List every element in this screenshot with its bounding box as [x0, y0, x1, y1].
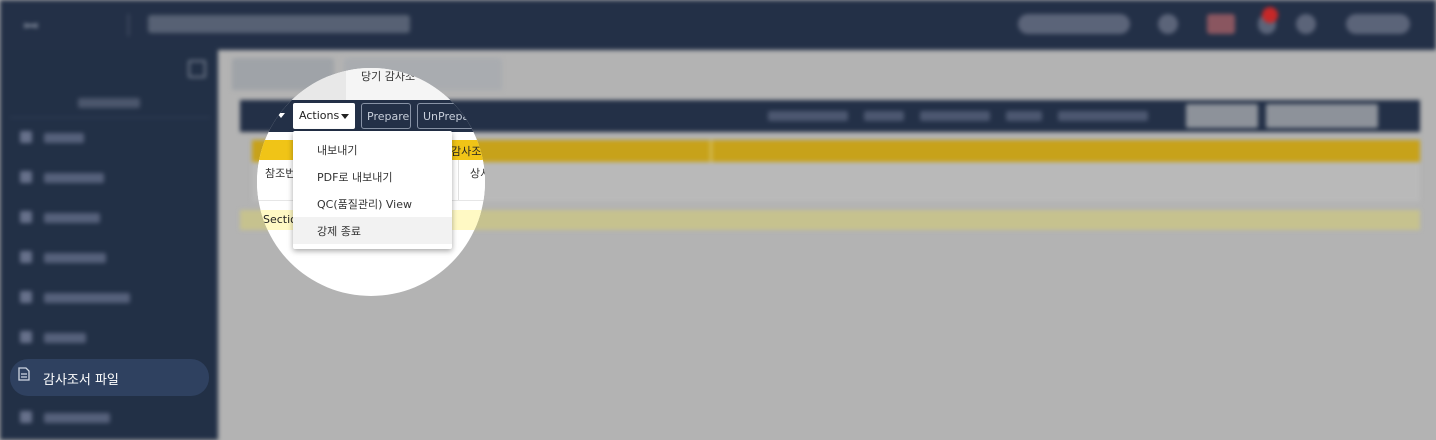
- top-bar: ꟷ: [0, 0, 1436, 50]
- menu-icon: [20, 211, 32, 223]
- brand-logo: ꟷ: [24, 17, 38, 37]
- project-label-blurred: [78, 98, 140, 108]
- menu-item-force-close[interactable]: 강제 종료: [293, 217, 452, 244]
- sidebar-item-blurred[interactable]: [20, 411, 210, 425]
- filter-select[interactable]: [1186, 104, 1258, 128]
- column-header-ref[interactable]: 참조번: [265, 165, 295, 181]
- column-header-detail[interactable]: 상서: [470, 165, 485, 181]
- menu-icon: [20, 171, 32, 183]
- magnifier-lens: 당기 감사조 ▪ Actions Prepare UnPrepa 감사조 참조번…: [257, 68, 485, 296]
- grid-header-label: 감사조: [451, 145, 482, 158]
- chevron-down-icon: [341, 114, 349, 119]
- menu-icon: [20, 131, 32, 143]
- menu-icon: [20, 251, 32, 263]
- sidebar-divider: [10, 117, 210, 118]
- sidebar-item-blurred[interactable]: [20, 211, 210, 225]
- sidebar-item-blurred[interactable]: [20, 251, 210, 265]
- notification-badge: [1262, 7, 1278, 23]
- user-info-blurred: [1018, 14, 1130, 34]
- sidebar-collapse-icon[interactable]: [188, 60, 206, 78]
- menu-icon: [20, 331, 32, 343]
- actions-menu: 내보내기 PDF로 내보내기 QC(품질관리) View 강제 종료: [293, 131, 452, 249]
- chevron-down-icon[interactable]: [277, 113, 285, 118]
- page-heading-blurred: [148, 15, 410, 33]
- tab-label: 당기 감사조: [361, 70, 416, 83]
- user-menu-blurred[interactable]: [1346, 14, 1410, 34]
- menu-item-qc-view[interactable]: QC(품질관리) View: [293, 190, 452, 217]
- menu-item-export[interactable]: 내보내기: [293, 136, 452, 163]
- sidebar-item-blurred[interactable]: [20, 291, 210, 305]
- title-separator: [128, 14, 129, 36]
- actions-label: Actions: [299, 109, 340, 122]
- flag-icon[interactable]: [1207, 14, 1235, 34]
- sidebar-item-label: 감사조서 파일: [43, 373, 119, 388]
- unprepare-button[interactable]: UnPrepa: [417, 103, 477, 129]
- menu-icon: [20, 291, 32, 303]
- help-icon[interactable]: [1296, 14, 1316, 34]
- search-input[interactable]: [1266, 104, 1378, 128]
- menu-item-export-pdf[interactable]: PDF로 내보내기: [293, 163, 452, 190]
- prepare-button[interactable]: Prepare: [361, 103, 411, 129]
- sidebar-item-blurred[interactable]: [20, 131, 210, 145]
- sidebar-item-blurred[interactable]: [20, 331, 210, 345]
- sidebar-item-blurred[interactable]: [20, 171, 210, 185]
- actions-dropdown-button[interactable]: Actions: [293, 103, 355, 129]
- file-icon: [18, 367, 30, 385]
- bell-icon[interactable]: [1158, 14, 1178, 34]
- menu-icon: [20, 411, 32, 423]
